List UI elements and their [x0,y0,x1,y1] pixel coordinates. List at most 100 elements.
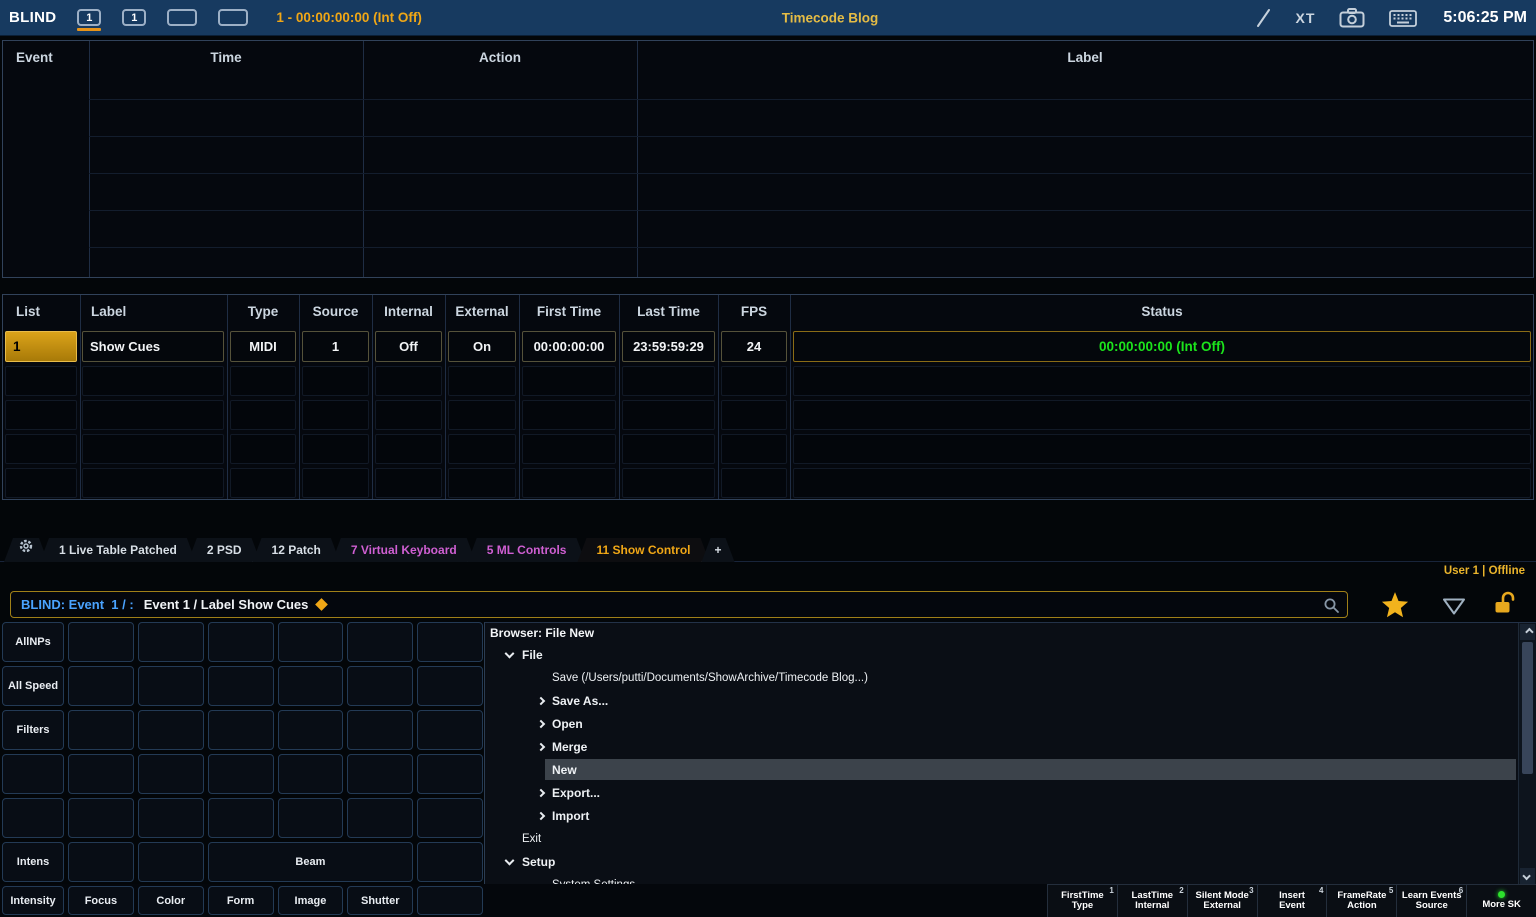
softkey-event[interactable]: 4InsertEvent [1257,885,1327,917]
ds-button-blank[interactable] [68,710,134,750]
ds-button-blank[interactable] [347,754,413,794]
browser-item-import[interactable]: Import [485,804,1518,827]
browser-item-new[interactable]: New [485,758,1518,781]
list-cell-external[interactable]: On [448,331,516,362]
list-cell-internal[interactable]: Off [375,331,442,362]
scrollbar-thumb[interactable] [1522,642,1533,774]
favorites-star-icon[interactable] [1381,592,1409,624]
ds-side-blank[interactable] [2,754,64,794]
list-cell-first[interactable]: 00:00:00:00 [522,331,616,362]
list-cell-label[interactable]: Show Cues [82,331,224,362]
browser-item-merge[interactable]: Merge [485,735,1518,758]
ds-button-blank[interactable] [208,622,274,662]
ds-bottom-form[interactable]: Form [208,886,274,915]
softkey-internal[interactable]: 2LastTimeInternal [1117,885,1187,917]
browser-scrollbar[interactable] [1518,623,1536,885]
ds-button-blank[interactable] [278,622,344,662]
list-cell-last[interactable]: 23:59:59:29 [622,331,715,362]
ds-button-blank[interactable] [417,754,483,794]
ds-button-blank[interactable] [208,666,274,706]
ds-side-intens[interactable]: Intens [2,842,64,882]
scroll-down-button[interactable] [1520,868,1535,884]
monitor-tab-4[interactable] [218,9,248,26]
ds-button-blank[interactable] [68,622,134,662]
ds-button-blank[interactable] [278,710,344,750]
softkey-type[interactable]: 1FirstTimeType [1048,885,1117,917]
tab-5-ml-controls[interactable]: 5 ML Controls [468,538,586,562]
ds-button-blank[interactable] [68,842,134,882]
ds-button-blank[interactable] [278,754,344,794]
ds-button-blank[interactable] [208,798,274,838]
browser-item-label: Merge [552,740,587,754]
ds-button-blank[interactable] [68,754,134,794]
browser-item-file[interactable]: File [485,643,1518,666]
ds-bottom-intensity[interactable]: Intensity [2,886,64,915]
monitor-tab-1[interactable]: 1 [77,9,101,26]
ds-button-blank[interactable] [347,798,413,838]
tab-blank[interactable]: + [702,538,735,562]
unlock-icon[interactable] [1492,590,1518,621]
browser-item-setup[interactable]: Setup [485,850,1518,873]
ds-side-blank[interactable] [2,798,64,838]
search-icon[interactable] [1323,597,1340,619]
ds-button-blank[interactable] [138,842,204,882]
ds-bottom-focus[interactable]: Focus [68,886,134,915]
ds-button-blank[interactable] [417,666,483,706]
browser-item-exit[interactable]: Exit [485,827,1518,850]
ds-side-allnps[interactable]: AllNPs [2,622,64,662]
filter-funnel-icon[interactable] [1442,598,1466,620]
ds-button-blank[interactable] [417,710,483,750]
tab-11-show-control[interactable]: 11 Show Control [577,538,709,562]
browser-item-open[interactable]: Open [485,712,1518,735]
softkey-source[interactable]: 6Learn EventsSource [1396,885,1466,917]
ds-button-blank[interactable] [347,622,413,662]
ds-button-blank[interactable] [417,622,483,662]
browser-item-save-users-putti-documents-showarchive-t[interactable]: Save (/Users/putti/Documents/ShowArchive… [485,666,1518,689]
softkey-external[interactable]: 3Silent ModeExternal [1187,885,1257,917]
ds-button-blank[interactable] [68,666,134,706]
snapshot-camera-icon[interactable] [1339,8,1365,28]
ds-side-filters[interactable]: Filters [2,710,64,750]
monitor-tab-2[interactable]: 1 [122,9,146,26]
list-cell-status[interactable]: 00:00:00:00 (Int Off) [793,331,1531,362]
list-cell-fps[interactable]: 24 [721,331,787,362]
ds-button-blank[interactable] [68,798,134,838]
ds-button-blank[interactable] [278,798,344,838]
xt-icon[interactable]: XT [1296,10,1316,26]
tab-1-live-table-patched[interactable]: 1 Live Table Patched [40,538,196,562]
tab-12-patch[interactable]: 12 Patch [253,538,340,562]
ds-button-blank[interactable] [417,798,483,838]
monitor-tab-3[interactable] [167,9,197,26]
virtual-keyboard-icon[interactable] [1389,8,1417,28]
command-line[interactable]: BLIND: Event 1 / : Event 1 / Label Show … [10,591,1348,618]
ds-bottom-shutter[interactable]: Shutter [347,886,413,915]
list-cell-list[interactable]: 1 [5,331,77,362]
ds-button-blank[interactable] [347,666,413,706]
browser-item-save-as[interactable]: Save As... [485,689,1518,712]
scroll-up-button[interactable] [1520,624,1535,640]
ds-button-beam[interactable]: Beam [208,842,414,882]
ds-button-blank[interactable] [138,710,204,750]
softkey-more-sk[interactable]: More SK [1466,885,1536,917]
ds-button-blank[interactable] [138,622,204,662]
softkey-action[interactable]: 5FrameRateAction [1326,885,1396,917]
ds-button-blank[interactable] [138,798,204,838]
browser-item-system-settings[interactable]: System Settings [485,873,1518,884]
ds-button-blank[interactable] [138,666,204,706]
browser-item-export[interactable]: Export... [485,781,1518,804]
list-cell-type[interactable]: MIDI [230,331,296,362]
ds-button-blank[interactable] [208,710,274,750]
tab-2-psd[interactable]: 2 PSD [188,538,261,562]
ds-bottom-color[interactable]: Color [138,886,204,915]
ds-bottom-image[interactable]: Image [278,886,344,915]
tab-7-virtual-keyboard[interactable]: 7 Virtual Keyboard [332,538,476,562]
ds-side-all-speed[interactable]: All Speed [2,666,64,706]
ds-button-blank[interactable] [208,754,274,794]
highlight-pen-icon[interactable] [1254,7,1272,29]
ds-button-blank[interactable] [417,842,483,882]
ds-button-blank[interactable] [347,710,413,750]
list-cell-source[interactable]: 1 [302,331,369,362]
ds-button-blank[interactable] [278,666,344,706]
ds-bottom-blank[interactable] [417,886,483,915]
ds-button-blank[interactable] [138,754,204,794]
